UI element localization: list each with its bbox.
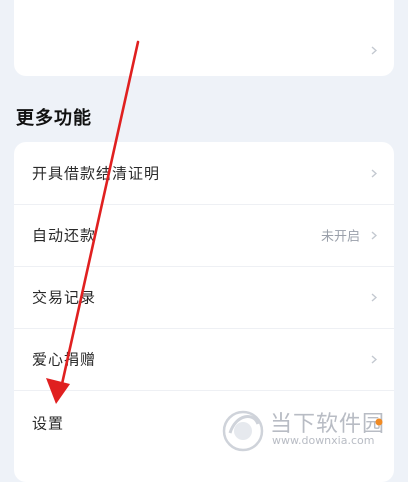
- list-item-label: 设置: [32, 414, 65, 433]
- watermark: 当下软件园 www.downxia.com: [220, 404, 390, 454]
- list-item-label: 自动还款: [32, 226, 97, 245]
- list-item-transactions[interactable]: 交易记录: [14, 266, 394, 329]
- list-item-label: 爱心捐赠: [32, 350, 97, 369]
- chevron-right-icon: [370, 167, 378, 179]
- chevron-right-icon: [370, 229, 378, 241]
- list-item-label: 开具借款结清证明: [32, 164, 161, 183]
- top-card[interactable]: [14, 0, 394, 76]
- list-item-auto-repay[interactable]: 自动还款 未开启: [14, 204, 394, 267]
- watermark-dot-icon: [375, 418, 383, 426]
- chevron-right-icon: [370, 291, 378, 303]
- watermark-url: www.downxia.com: [272, 434, 375, 447]
- downxia-logo-icon: [222, 410, 264, 452]
- list-item-label: 交易记录: [32, 288, 97, 307]
- auto-repay-status: 未开启: [320, 229, 360, 245]
- chevron-right-icon: [370, 353, 378, 365]
- section-title-more-features: 更多功能: [16, 108, 92, 129]
- list-item-donation[interactable]: 爱心捐赠: [14, 328, 394, 391]
- list-item-settlement-certificate[interactable]: 开具借款结清证明: [14, 142, 394, 205]
- chevron-right-icon: [370, 44, 378, 56]
